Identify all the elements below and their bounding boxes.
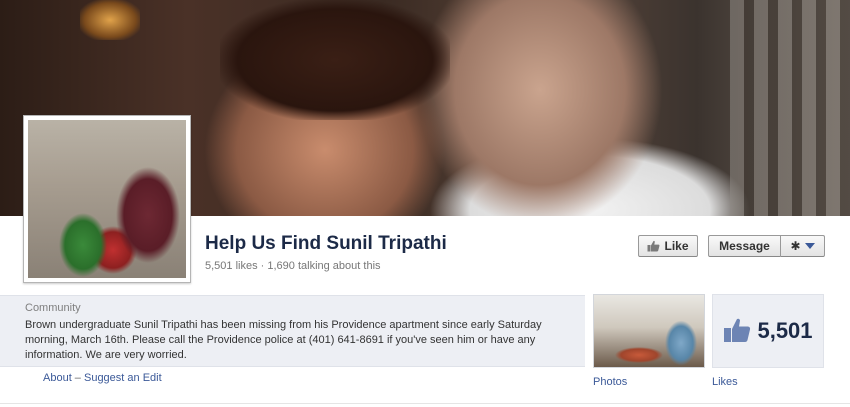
message-button[interactable]: Message [708, 235, 780, 257]
profile-photo [28, 120, 186, 278]
likes-app-count: 5,501 [757, 318, 813, 343]
likes-app-label[interactable]: Likes [712, 376, 738, 388]
like-button-label: Like [664, 239, 689, 253]
likes-app-box[interactable]: 5,501 [712, 294, 824, 368]
cover-hair-detail [220, 0, 450, 120]
gear-icon: ✱ [790, 239, 801, 253]
chevron-down-icon [804, 243, 815, 249]
page-stats: 5,501 likes · 1,690 talking about this [205, 260, 381, 272]
thumbs-up-icon [723, 317, 751, 346]
about-links: About – Suggest an Edit [43, 372, 162, 384]
profile-picture[interactable] [23, 115, 191, 283]
divider [0, 403, 850, 404]
message-button-label: Message [719, 239, 770, 253]
page-category: Community [25, 302, 81, 314]
stats-separator: · [257, 260, 268, 272]
likes-count-text: 5,501 likes [205, 260, 258, 272]
page-description: Brown undergraduate Sunil Tripathi has b… [25, 319, 542, 361]
photos-app-thumbnail[interactable] [593, 294, 705, 368]
cover-lamp-detail [80, 0, 140, 40]
suggest-edit-link[interactable]: Suggest an Edit [84, 372, 162, 384]
cover-window-detail [730, 0, 850, 216]
about-section: Community Brown undergraduate Sunil Trip… [0, 295, 585, 367]
page-title: Help Us Find Sunil Tripathi [205, 233, 447, 254]
talking-about-text: 1,690 talking about this [267, 260, 381, 272]
like-button[interactable]: Like [638, 235, 698, 257]
thumbs-up-icon [647, 240, 660, 252]
about-links-separator: – [71, 372, 84, 384]
photos-app-label[interactable]: Photos [593, 376, 627, 388]
settings-dropdown-button[interactable]: ✱ [780, 235, 825, 257]
about-link[interactable]: About [43, 372, 72, 384]
